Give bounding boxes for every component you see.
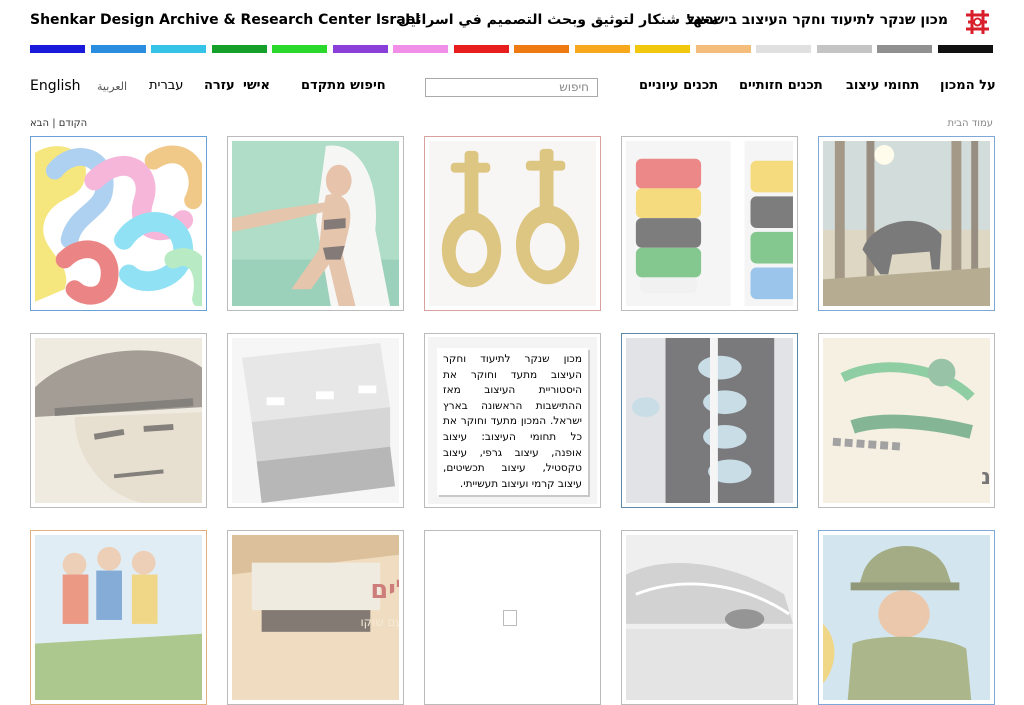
color-bar-segment (453, 45, 509, 53)
color-bar-segment (816, 45, 872, 53)
colorful-letters-image (35, 141, 202, 306)
color-bar (30, 45, 993, 53)
pager-separator: | (52, 118, 56, 129)
gallery-tile-swimsuit[interactable] (227, 136, 404, 311)
broken-image-icon (503, 610, 517, 626)
gallery-tile-chain-poster[interactable]: היה כבול לשונ (818, 333, 995, 508)
color-bar-segment (151, 45, 207, 53)
gallery-tile-broken-image[interactable] (424, 530, 601, 705)
gallery-tile-wafers-poster[interactable]: ופלים בטעם שוקו (227, 530, 404, 705)
intro-text: מכון שנקר לתיעוד וחקר העיצוב מתעד וחוקר … (437, 348, 588, 495)
poster-slogan: היה כבול לשונ (981, 465, 990, 490)
gallery-tile-children-poster[interactable] (30, 530, 207, 705)
site-title-hebrew[interactable]: מכון שנקר לתיעוד וחקר העיצוב בישראל (687, 12, 948, 28)
intro-panel: מכון שנקר לתיעוד וחקר העיצוב מתעד וחוקר … (428, 337, 597, 504)
nav-advanced-search[interactable]: חיפוש מתקדם (301, 78, 386, 93)
wafers-poster-image: ופלים בטעם שוקו (232, 535, 399, 700)
gallery-tile-espresso-machine[interactable] (227, 333, 404, 508)
breadcrumb-home[interactable]: עמוד הבית (947, 118, 993, 129)
bow-dress-photo (626, 338, 793, 503)
nav-personal[interactable]: אישי (243, 78, 270, 93)
color-bar-segment (514, 45, 570, 53)
nav-about[interactable]: על המכון (940, 78, 996, 93)
hat-man-illustration (35, 338, 202, 503)
next-link[interactable]: הבא (30, 118, 49, 129)
nav-visual-content[interactable]: תכנים חזותיים (739, 78, 823, 93)
color-bar-segment (937, 45, 993, 53)
gold-ornaments-photo (429, 141, 596, 306)
lang-hebrew[interactable]: עברית (149, 78, 183, 93)
gallery-tile-bow-dress[interactable] (621, 333, 798, 508)
gallery-tile-intro: מכון שנקר לתיעוד וחקר העיצוב מתעד וחוקר … (424, 333, 601, 508)
wafers-flavor: בטעם שוקו (360, 615, 399, 629)
site-title-english[interactable]: Shenkar Design Archive & Research Center… (30, 12, 420, 28)
color-bar-segment (635, 45, 691, 53)
color-bar-segment (272, 45, 328, 53)
color-bar-segment (30, 45, 85, 53)
color-bar-segment (695, 45, 751, 53)
gallery-tile-colored-blocks[interactable] (621, 136, 798, 311)
pager: הקודם | הבא (30, 118, 87, 129)
nav-design-fields[interactable]: תחומי עיצוב (846, 78, 919, 93)
color-bar-segment (211, 45, 267, 53)
gallery-tile-forest-painting[interactable] (818, 136, 995, 311)
shenkar-logo-icon[interactable] (962, 8, 993, 36)
color-bar-segment (756, 45, 812, 53)
gallery-tile-car[interactable] (621, 530, 798, 705)
site-header: Shenkar Design Archive & Research Center… (0, 0, 1024, 44)
car-photo (626, 535, 793, 700)
nav-help[interactable]: עזרה (204, 78, 235, 93)
prev-link[interactable]: הקודם (59, 118, 87, 129)
gallery-tile-hat-illustration[interactable] (30, 333, 207, 508)
gallery-tile-soldier-poster[interactable] (818, 530, 995, 705)
site-title-arabic[interactable]: معهد شنكار لتوثيق وبحث التصميم في اسرائي… (398, 12, 719, 28)
gallery-tile-gold-ornaments[interactable] (424, 136, 601, 311)
color-bar-segment (90, 45, 146, 53)
color-bar-segment (877, 45, 933, 53)
espresso-machine-photo (232, 338, 399, 503)
color-bar-segment (393, 45, 449, 53)
colored-blocks-photo (626, 141, 793, 306)
search-input[interactable]: חיפוש (425, 78, 598, 97)
nav-theoretical-content[interactable]: תכנים עיוניים (639, 78, 718, 93)
wafers-brand: ופלים (370, 575, 399, 605)
chain-poster-image: היה כבול לשונ (823, 338, 990, 503)
lang-english[interactable]: English (30, 78, 81, 94)
color-bar-segment (332, 45, 388, 53)
swimsuit-photo (232, 141, 399, 306)
forest-painting-image (823, 141, 990, 306)
lang-arabic[interactable]: العربية (97, 80, 127, 93)
children-poster-image (35, 535, 202, 700)
color-bar-segment (574, 45, 630, 53)
gallery-tile-letters[interactable] (30, 136, 207, 311)
soldier-poster-image (823, 535, 990, 700)
